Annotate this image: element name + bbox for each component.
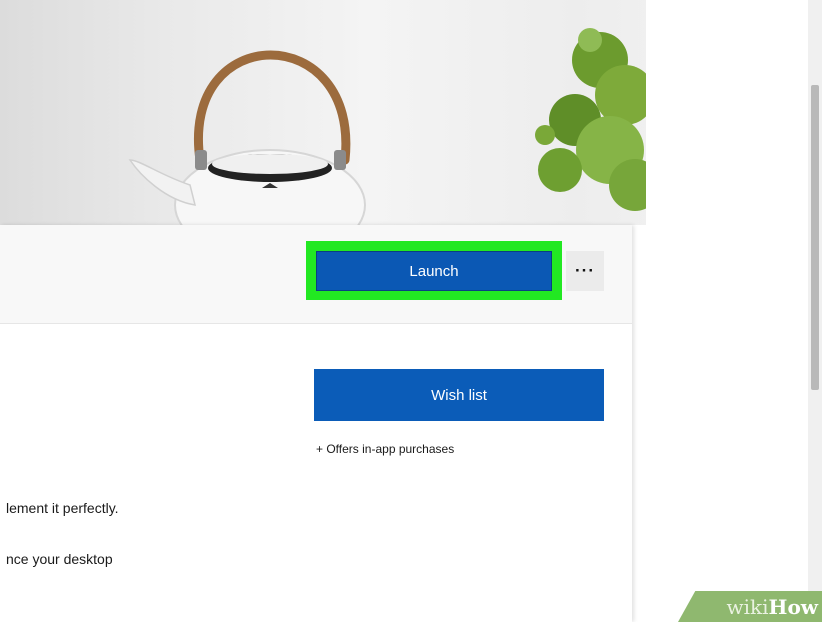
description-line-2: nce your desktop	[6, 551, 113, 567]
wikihow-watermark: wikiHow	[678, 591, 822, 622]
more-options-button[interactable]: ···	[566, 251, 604, 291]
scrollbar-thumb[interactable]	[811, 85, 819, 390]
in-app-purchases-note: + Offers in-app purchases	[316, 442, 455, 456]
wish-list-button[interactable]: Wish list	[314, 369, 604, 421]
more-options-icon: ···	[575, 261, 595, 280]
watermark-prefix: wiki	[726, 595, 769, 619]
launch-button[interactable]: Launch	[316, 251, 552, 291]
plant-illustration	[535, 28, 661, 211]
description-line-1: lement it perfectly.	[6, 500, 119, 516]
watermark-suffix: How	[768, 595, 818, 619]
page-background-right	[646, 0, 822, 622]
